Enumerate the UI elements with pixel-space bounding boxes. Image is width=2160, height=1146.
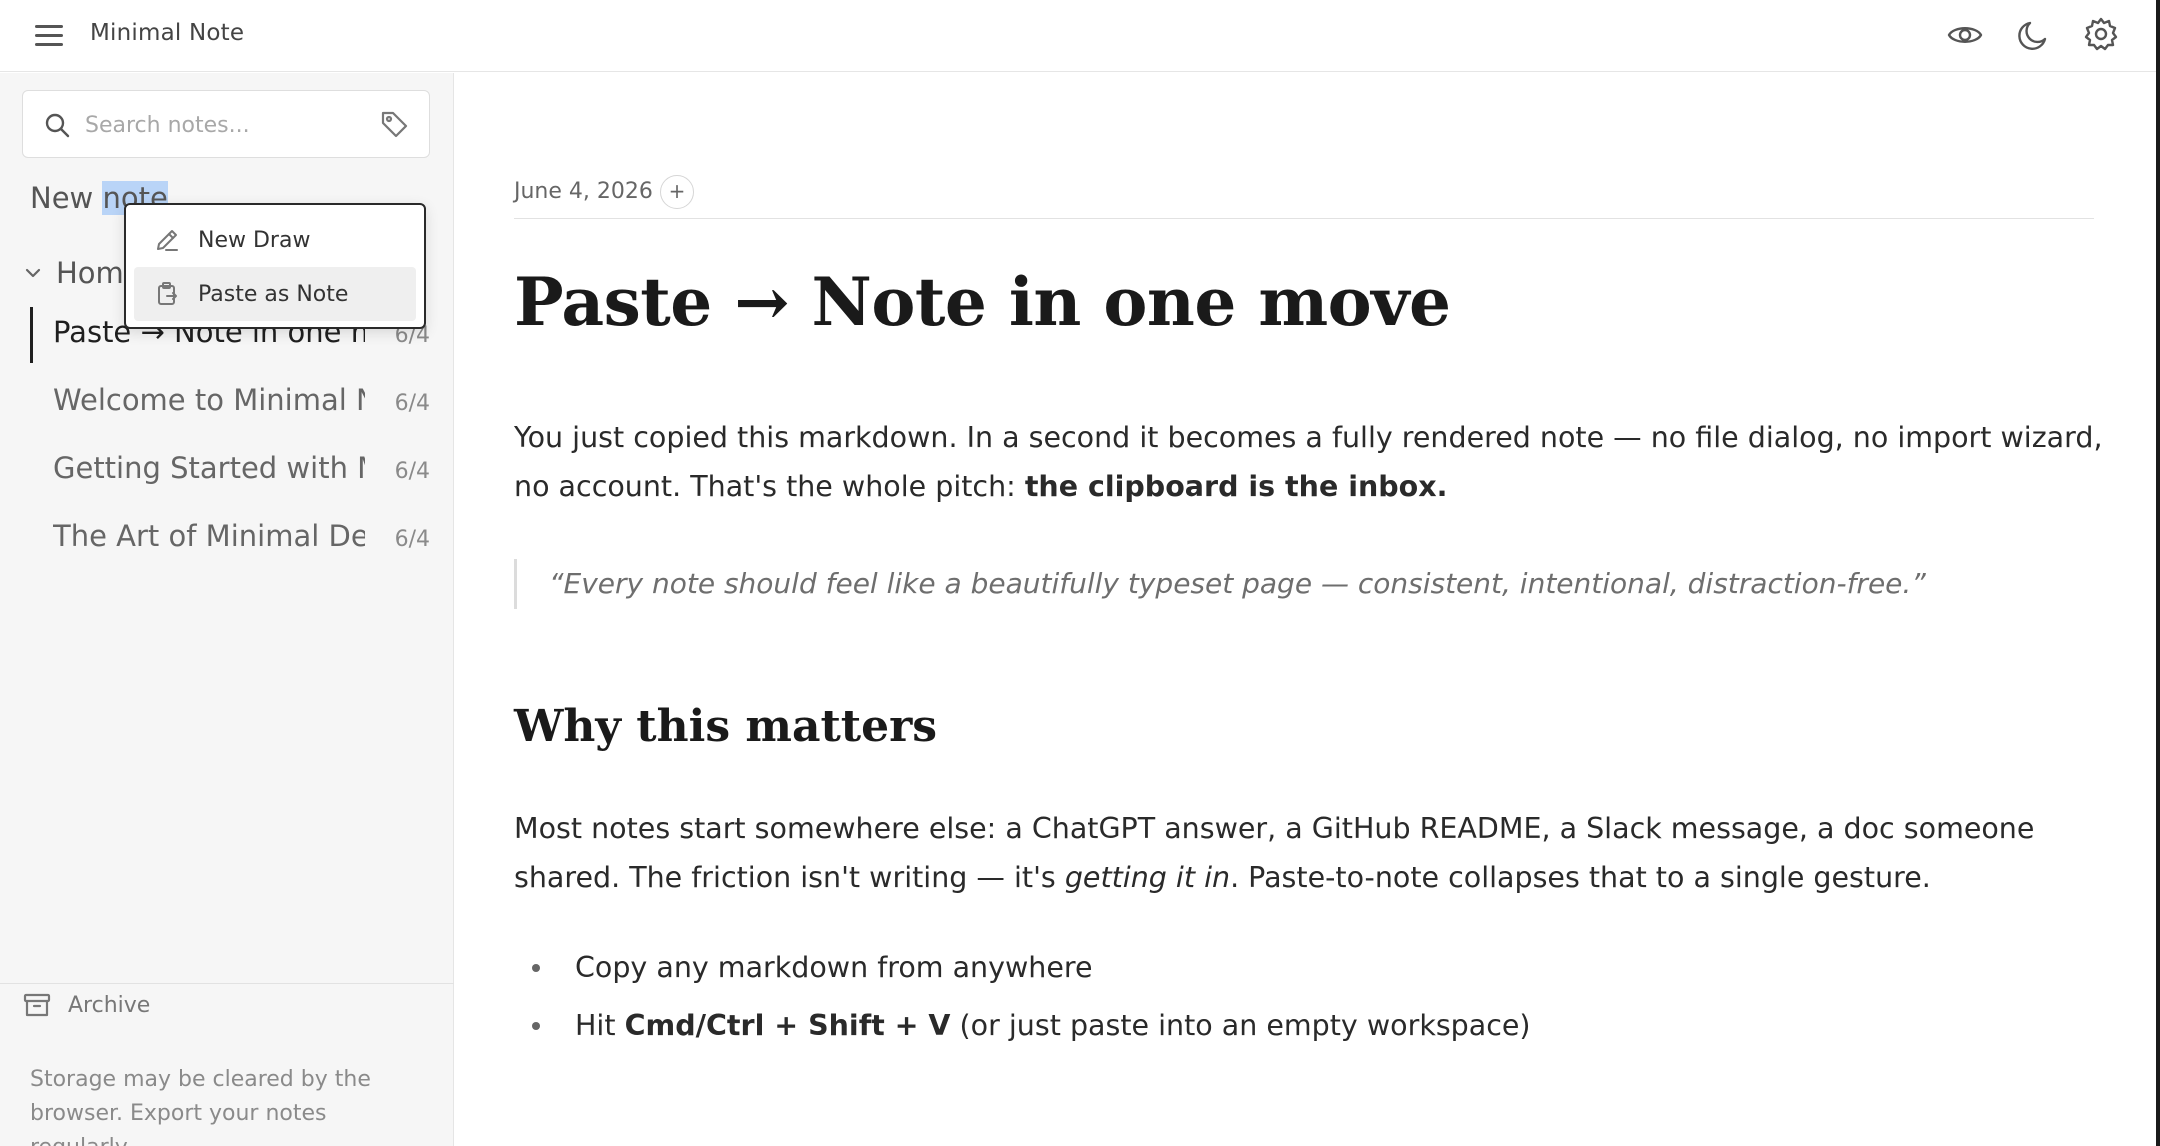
menu-item-label: Paste as Note: [198, 281, 349, 307]
search-input[interactable]: [85, 105, 365, 145]
tag-icon[interactable]: [379, 109, 409, 139]
new-note-label: New: [30, 181, 103, 215]
note-list-item[interactable]: Getting Started with Minimal Note 6/4: [0, 437, 454, 505]
note-title: The Art of Minimal Design: [53, 519, 365, 553]
note-meta: June 4, 2026 +: [514, 173, 2094, 219]
paragraph: Most notes start somewhere else: a ChatG…: [514, 804, 2104, 902]
bold-text: Cmd/Ctrl + Shift + V: [624, 1009, 951, 1042]
menu-item-paste-as-note[interactable]: Paste as Note: [134, 267, 416, 321]
archive-button[interactable]: Archive: [22, 985, 150, 1025]
moon-icon[interactable]: [2013, 15, 2053, 55]
sidebar-divider: [0, 983, 454, 984]
section-heading: Why this matters: [514, 701, 938, 752]
text: Copy any markdown from anywhere: [575, 951, 1093, 984]
note-date: 6/4: [394, 459, 430, 484]
note-date: 6/4: [394, 527, 430, 552]
eye-icon[interactable]: [1945, 15, 1985, 55]
chevron-down-icon[interactable]: [22, 262, 44, 284]
text: Hit: [575, 1009, 625, 1042]
menu-icon[interactable]: [33, 22, 65, 50]
archive-label: Archive: [68, 992, 151, 1018]
list-item: Copy any markdown from anywhere: [514, 939, 2094, 997]
note-date: June 4, 2026: [514, 179, 653, 204]
menu-item-new-draw[interactable]: New Draw: [134, 213, 416, 267]
bold-text: the clipboard is the inbox.: [1024, 470, 1448, 503]
note-title: Getting Started with Minimal Note: [53, 451, 365, 485]
list-item: Hit Cmd/Ctrl + Shift + V (or just paste …: [514, 997, 2094, 1055]
menu-item-label: New Draw: [198, 227, 311, 253]
bullet-list: Copy any markdown from anywhere Hit Cmd/…: [514, 939, 2094, 1055]
note-list-item[interactable]: The Art of Minimal Design 6/4: [0, 505, 454, 573]
text: (or just paste into an empty workspace): [950, 1009, 1531, 1042]
note-editor[interactable]: June 4, 2026 + Paste → Note in one move …: [455, 73, 2160, 1146]
storage-warning: Storage may be cleared by the browser. E…: [30, 1067, 371, 1146]
search-icon: [45, 113, 70, 138]
search-box: [22, 90, 430, 158]
add-tag-button[interactable]: +: [660, 175, 694, 209]
blockquote: “Every note should feel like a beautiful…: [514, 559, 2094, 609]
note-list-item[interactable]: Welcome to Minimal Note 6/4: [0, 369, 454, 437]
pencil-icon: [157, 230, 178, 251]
clipboard-icon: [158, 282, 177, 305]
archive-icon: [23, 993, 51, 1017]
note-date: 6/4: [394, 391, 430, 416]
italic-text: getting it in: [1064, 861, 1231, 894]
app-title: Minimal Note: [90, 20, 245, 46]
context-menu: New Draw Paste as Note: [124, 203, 426, 329]
top-bar: Minimal Note: [0, 0, 2160, 72]
window-edge: [2156, 0, 2160, 1146]
paragraph: You just copied this markdown. In a seco…: [514, 413, 2104, 511]
gear-icon[interactable]: [2081, 15, 2121, 55]
text: . Paste-to-note collapses that to a sing…: [1230, 861, 1931, 894]
note-title: Welcome to Minimal Note: [53, 383, 365, 417]
note-title: Paste → Note in one move: [514, 263, 1451, 341]
note-list: Paste → Note in one move 6/4 Welcome to …: [0, 301, 454, 573]
